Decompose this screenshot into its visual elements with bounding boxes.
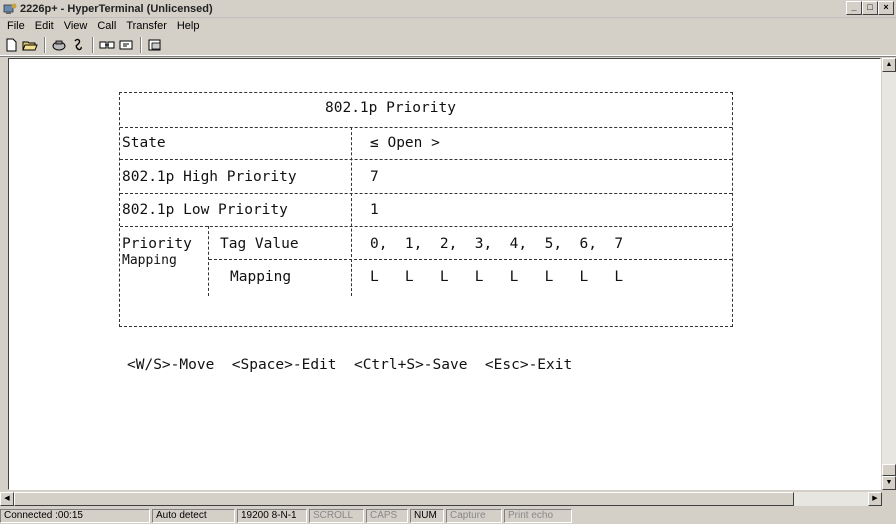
high-priority-value[interactable]: 7 [370,169,379,185]
minimize-button[interactable]: _ [846,1,862,15]
hscroll-thumb[interactable] [14,492,794,506]
toolbar-separator [140,36,142,53]
status-num: NUM [410,509,444,523]
menu-call[interactable]: Call [92,20,121,32]
status-capture: Capture [446,509,502,523]
help-hint: <W/S>-Move <Space>-Edit <Ctrl+S>-Save <E… [127,357,573,373]
send-icon[interactable] [98,36,116,54]
scroll-down-icon[interactable]: ▼ [882,476,896,490]
tag-value-label: Tag Value [220,236,299,252]
mapping-label: Mapping [230,269,292,285]
maximize-button[interactable]: □ [862,1,878,15]
divider [120,226,732,227]
state-label: State [122,135,166,151]
status-detect: Auto detect [152,509,235,523]
menu-help[interactable]: Help [172,20,205,32]
toolbar [0,34,896,56]
screen-heading: 802.1p Priority [325,100,456,116]
new-icon[interactable] [2,36,20,54]
menu-view[interactable]: View [59,20,93,32]
column-divider [351,259,352,296]
status-port: 19200 8-N-1 [237,509,307,523]
status-bar: Connected :00:15 Auto detect 19200 8-N-1… [0,508,896,524]
terminal-screen[interactable]: 802.1p Priority State ≤ Open > 802.1p Hi… [8,58,881,490]
state-value[interactable]: ≤ Open > [370,135,440,151]
settings-icon[interactable] [146,36,164,54]
divider [209,259,732,260]
open-icon[interactable] [21,36,39,54]
menu-transfer[interactable]: Transfer [121,20,172,32]
priority-config-box: 802.1p Priority State ≤ Open > 802.1p Hi… [119,92,733,327]
divider [120,159,732,160]
receive-icon[interactable] [117,36,135,54]
menu-file[interactable]: File [2,20,30,32]
disconnect-icon[interactable] [50,36,68,54]
priority-mapping-label-line1: Priority [122,236,192,252]
horizontal-scrollbar[interactable]: ◀ ▶ [0,492,882,506]
title-bar: 2226p+ - HyperTerminal (Unlicensed) _ □ … [0,0,896,18]
status-caps: CAPS [366,509,408,523]
window-title: 2226p+ - HyperTerminal (Unlicensed) [20,2,213,15]
close-button[interactable]: × [878,1,894,15]
status-print-echo: Print echo [504,509,572,523]
menu-bar: File Edit View Call Transfer Help [0,18,896,34]
properties-icon[interactable] [69,36,87,54]
mapping-group-divider [208,226,209,296]
scroll-up-icon[interactable]: ▲ [882,58,896,72]
status-scroll: SCROLL [309,509,364,523]
mapping-values[interactable]: L L L L L L L L [370,269,623,285]
vertical-scrollbar[interactable]: ▲ ▼ [882,58,896,490]
menu-edit[interactable]: Edit [30,20,59,32]
toolbar-separator [92,36,94,53]
hyperterminal-app-icon [3,2,17,16]
divider [120,127,732,128]
scroll-left-icon[interactable]: ◀ [0,492,14,506]
column-divider [351,127,352,257]
low-priority-label: 802.1p Low Priority [122,202,288,218]
scroll-right-icon[interactable]: ▶ [868,492,882,506]
high-priority-label: 802.1p High Priority [122,169,297,185]
divider [120,193,732,194]
scroll-thumb[interactable] [882,464,896,476]
status-connected: Connected :00:15 [0,509,150,523]
low-priority-value[interactable]: 1 [370,202,379,218]
tag-values: 0, 1, 2, 3, 4, 5, 6, 7 [370,236,624,252]
priority-mapping-label-line2: Mapping [122,253,177,268]
toolbar-separator [44,36,46,53]
